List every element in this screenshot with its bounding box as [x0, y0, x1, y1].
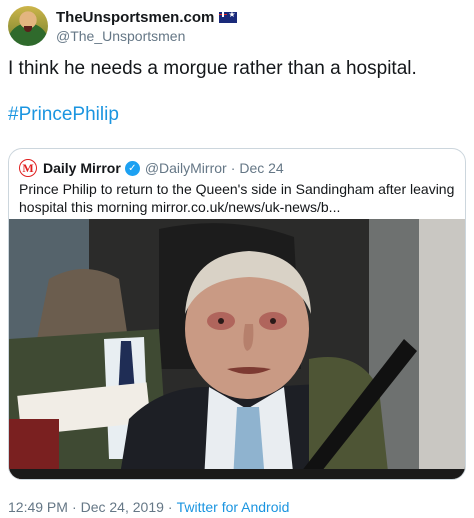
quoted-tweet-photo[interactable] [9, 219, 465, 479]
tweet-date[interactable]: Dec 24, 2019 [81, 499, 164, 515]
quoted-tweet-text: Prince Philip to return to the Queen's s… [19, 181, 455, 215]
tweet-text: I think he needs a morgue rather than a … [8, 58, 417, 79]
separator-dot: · [167, 499, 173, 515]
daily-mirror-logo: M [19, 159, 37, 177]
australia-flag-icon [219, 11, 238, 23]
avatar-mouth [24, 26, 32, 32]
author-handle[interactable]: @The_Unsportsmen [56, 28, 237, 44]
quoted-tweet-header: M Daily Mirror ✓ @DailyMirror · Dec 24 [19, 158, 284, 178]
tweet-time[interactable]: 12:49 PM [8, 499, 68, 515]
tweet-meta: 12:49 PM · Dec 24, 2019 · Twitter for An… [8, 499, 289, 515]
author-avatar[interactable] [8, 6, 48, 46]
quoted-tweet[interactable]: M Daily Mirror ✓ @DailyMirror · Dec 24 P… [8, 148, 466, 480]
quoted-date: Dec 24 [239, 160, 284, 176]
verified-badge-icon: ✓ [124, 160, 140, 176]
tweet-source-link[interactable]: Twitter for Android [177, 499, 290, 515]
photo-illustration [9, 219, 465, 479]
author-display-name[interactable]: TheUnsportsmen.com [56, 9, 214, 26]
car-door-light [419, 219, 465, 479]
tweet-header: TheUnsportsmen.com @The_Unsportsmen [8, 6, 238, 46]
separator-dot: · [230, 160, 236, 176]
window-bottom-edge [9, 469, 465, 479]
display-name-row: TheUnsportsmen.com [56, 9, 238, 26]
separator-dot: · [71, 499, 77, 515]
quoted-display-name: Daily Mirror [43, 160, 121, 176]
author-names: TheUnsportsmen.com @The_Unsportsmen [56, 9, 238, 44]
quoted-handle: @DailyMirror [144, 160, 227, 176]
subject-right-pupil [270, 318, 276, 324]
subject-left-pupil [218, 318, 224, 324]
hashtag-link[interactable]: #PrincePhilip [8, 103, 119, 127]
